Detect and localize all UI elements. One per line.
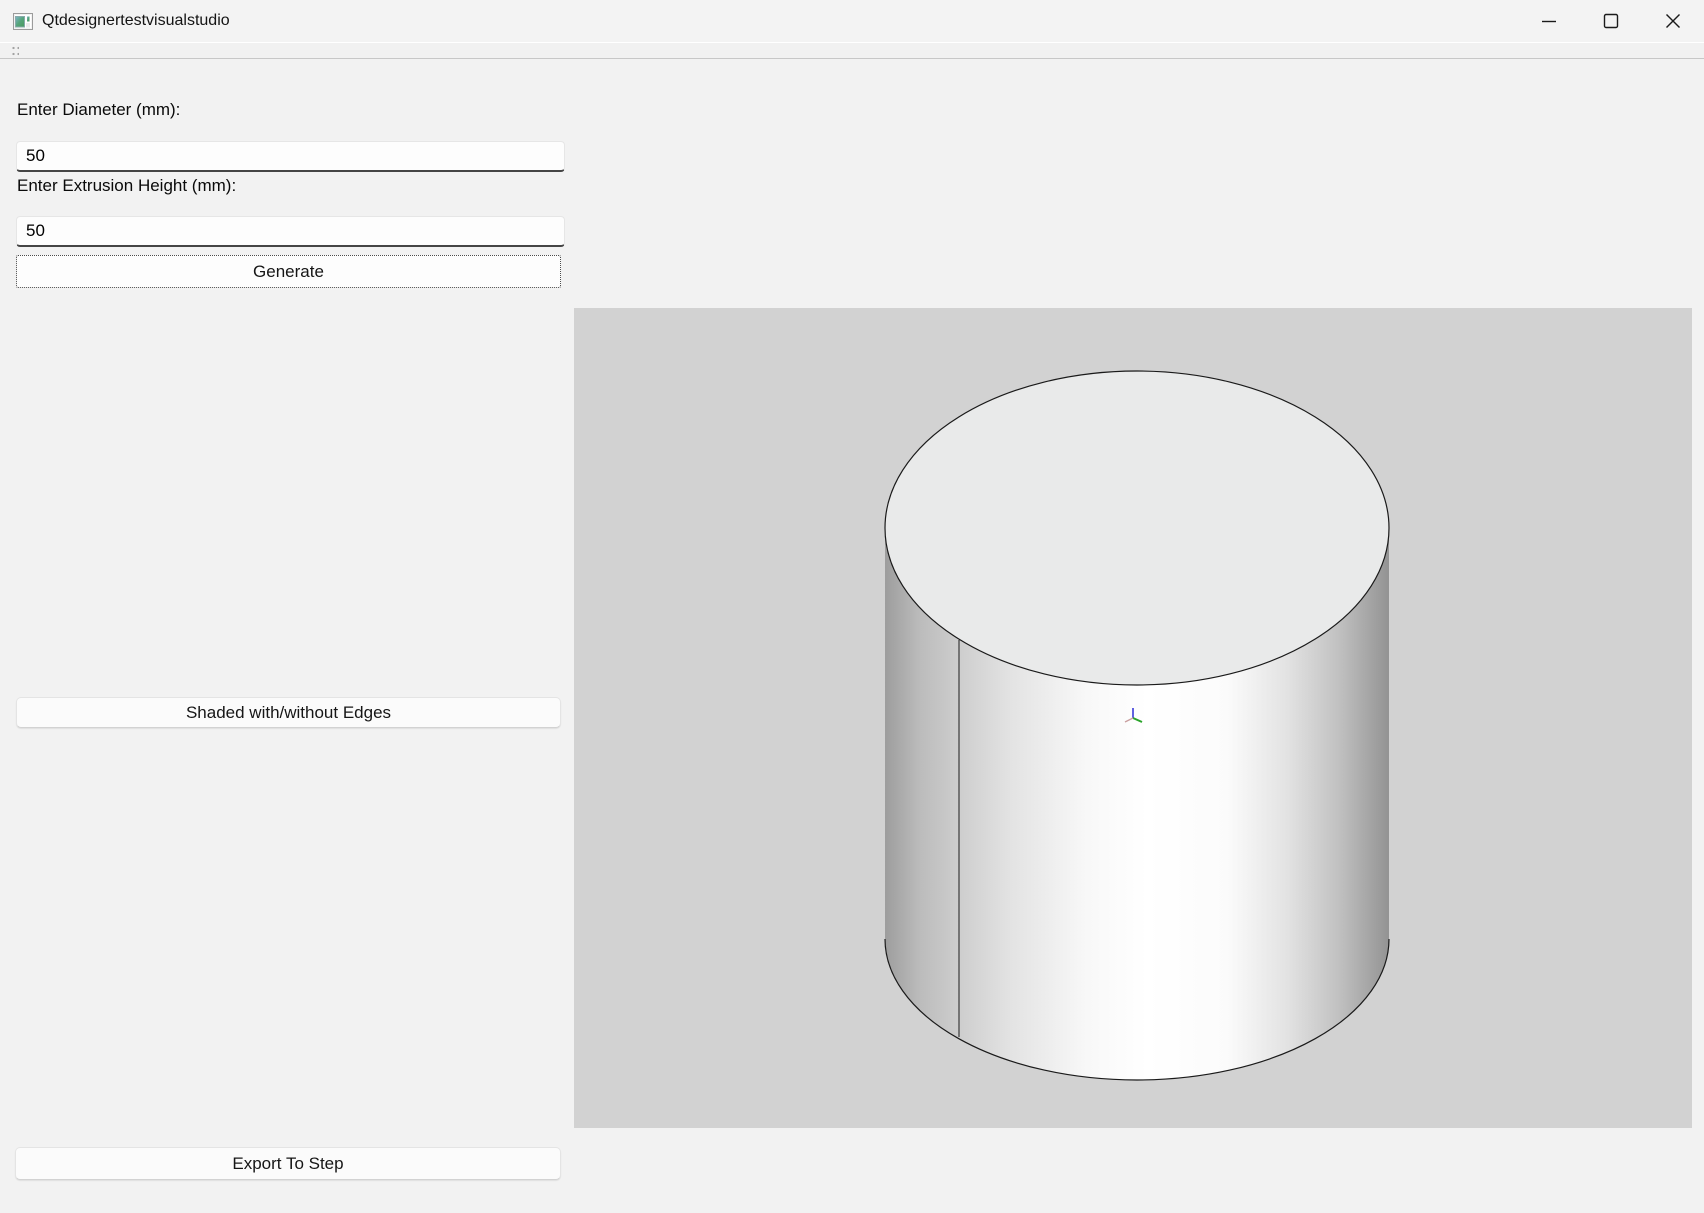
maximize-button[interactable]: [1580, 0, 1642, 42]
title-bar: Qtdesignertestvisualstudio: [0, 0, 1704, 42]
cylinder-top-face: [885, 371, 1389, 685]
extrusion-height-input[interactable]: [16, 216, 565, 247]
window-caption-buttons: [1518, 0, 1704, 42]
3d-viewport[interactable]: [574, 308, 1692, 1128]
close-button[interactable]: [1642, 0, 1704, 42]
minimize-button[interactable]: [1518, 0, 1580, 42]
export-to-step-button[interactable]: Export To Step: [15, 1147, 561, 1180]
toolbar-strip: [0, 42, 1704, 59]
app-window-icon: [13, 13, 33, 30]
minimize-icon: [1541, 13, 1557, 29]
maximize-icon: [1603, 13, 1619, 29]
extrusion-height-label: Enter Extrusion Height (mm):: [17, 176, 236, 196]
window-title: Qtdesignertestvisualstudio: [42, 12, 230, 30]
shaded-edges-toggle-button[interactable]: Shaded with/without Edges: [16, 697, 561, 728]
toolbar-drag-handle-icon[interactable]: [11, 45, 19, 56]
generate-button[interactable]: Generate: [16, 255, 561, 288]
diameter-input[interactable]: [16, 141, 565, 172]
close-icon: [1665, 13, 1681, 29]
app-window: Qtdesignertestvisualstudio: [0, 0, 1704, 1213]
cylinder-3d-scene: [574, 308, 1692, 1128]
diameter-label: Enter Diameter (mm):: [17, 100, 180, 120]
